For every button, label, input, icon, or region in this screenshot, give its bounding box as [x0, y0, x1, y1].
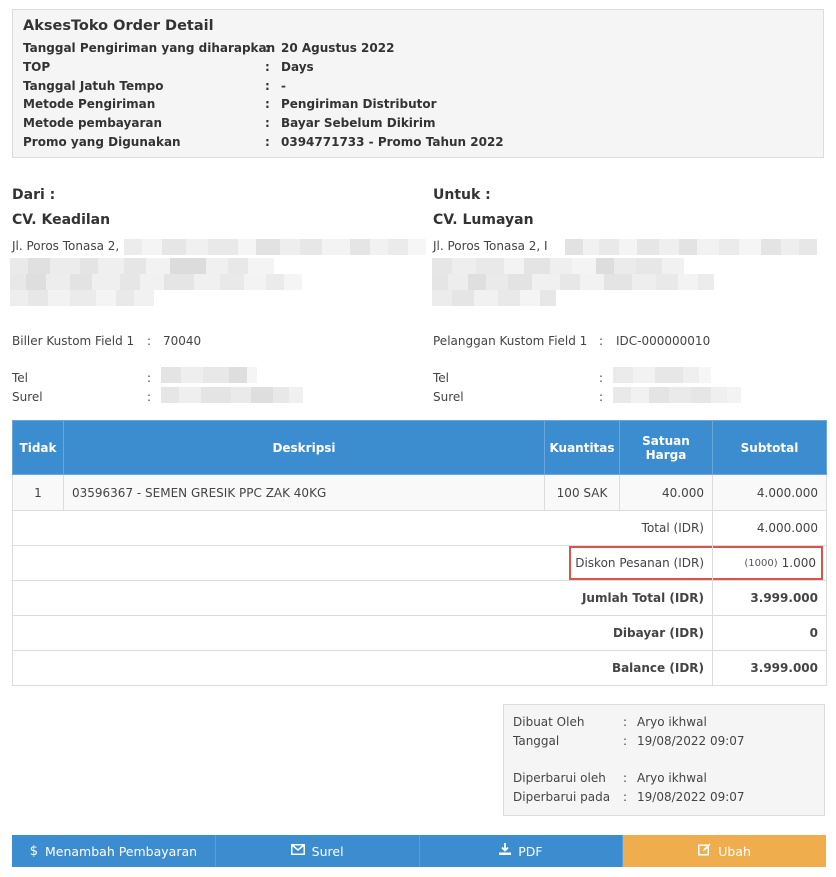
- page-title: AksesToko Order Detail: [23, 18, 214, 34]
- paid-value: 0: [712, 615, 827, 651]
- from-email-label: Surel: [12, 390, 43, 404]
- redacted-address: [432, 290, 556, 310]
- to-name: CV. Lumayan: [433, 212, 534, 228]
- redacted-phone: [613, 367, 711, 387]
- redacted-email: [161, 387, 303, 407]
- table-header-row: Tidak Deskripsi Kuantitas Satuan Harga S…: [12, 420, 827, 475]
- balance-value: 3.999.000: [712, 650, 827, 686]
- envelope-icon: [290, 843, 305, 859]
- separator: :: [147, 334, 152, 348]
- total-row: Total (IDR) 4.000.000: [12, 510, 827, 546]
- discount-row: Diskon Pesanan (IDR) (1000) 1.000: [12, 545, 827, 581]
- dollar-icon: $: [29, 843, 38, 859]
- pdf-label: PDF: [518, 843, 543, 859]
- discount-highlight: Diskon Pesanan (IDR): [569, 546, 712, 580]
- discount-highlight: (1000) 1.000: [713, 546, 823, 580]
- column-header-subtotal: Subtotal: [712, 420, 827, 475]
- separator: :: [599, 390, 604, 404]
- grand-total-row: Jumlah Total (IDR) 3.999.000: [12, 580, 827, 616]
- redacted-email: [613, 387, 741, 407]
- paid-label: Dibayar (IDR): [12, 615, 713, 651]
- total-label: Total (IDR): [12, 510, 713, 546]
- add-payment-button[interactable]: $ Menambah Pembayaran: [12, 835, 216, 867]
- grand-total-label: Jumlah Total (IDR): [12, 580, 713, 616]
- email-label: Surel: [311, 843, 344, 859]
- discount-value-cell: (1000) 1.000: [712, 545, 827, 581]
- discount-value: 1.000: [781, 556, 816, 570]
- order-detail-panel: AksesToko Order Detail Tanggal Pengirima…: [12, 9, 824, 158]
- add-payment-label: Menambah Pembayaran: [44, 843, 198, 859]
- discount-note: (1000): [744, 557, 778, 569]
- customer-custom-field-label: Pelanggan Kustom Field 1: [433, 334, 588, 348]
- column-header-unit-price: Satuan Harga: [619, 420, 713, 475]
- column-header-no: Tidak: [12, 420, 64, 475]
- biller-custom-field-label: Biller Kustom Field 1: [12, 334, 135, 348]
- total-value: 4.000.000: [712, 510, 827, 546]
- balance-label: Balance (IDR): [12, 650, 713, 686]
- edit-button[interactable]: Ubah: [623, 835, 826, 867]
- edit-label: Ubah: [718, 843, 751, 859]
- biller-custom-field-value: 70040: [163, 334, 202, 348]
- item-subtotal: 4.000.000: [712, 474, 827, 511]
- redacted-address: [565, 239, 817, 259]
- from-tel-label: Tel: [12, 371, 29, 385]
- redacted-address: [124, 239, 426, 259]
- audit-info-panel: Dibuat Oleh : Aryo ikhwal Tanggal : 19/0…: [503, 704, 825, 816]
- from-address: Jl. Poros Tonasa 2,: [12, 239, 120, 253]
- download-icon: [499, 843, 512, 859]
- column-header-description: Deskripsi: [63, 420, 545, 475]
- separator: :: [147, 390, 152, 404]
- item-quantity: 100 SAK: [544, 474, 620, 511]
- discount-label-cell: Diskon Pesanan (IDR): [12, 545, 713, 581]
- email-button[interactable]: Surel: [215, 835, 420, 867]
- order-items-table: Tidak Deskripsi Kuantitas Satuan Harga S…: [12, 420, 827, 686]
- paid-row: Dibayar (IDR) 0: [12, 615, 827, 651]
- to-label: Untuk :: [433, 187, 491, 203]
- item-unit-price: 40.000: [619, 474, 713, 511]
- separator: :: [147, 371, 152, 385]
- edit-icon: [698, 843, 711, 860]
- from-name: CV. Keadilan: [12, 212, 111, 228]
- discount-label: Diskon Pesanan (IDR): [575, 556, 704, 570]
- separator: :: [599, 371, 604, 385]
- from-label: Dari :: [12, 187, 56, 203]
- to-email-label: Surel: [433, 390, 464, 404]
- to-address: Jl. Poros Tonasa 2, I: [433, 239, 548, 253]
- table-row: 1 03596367 - SEMEN GRESIK PPC ZAK 40KG 1…: [12, 474, 827, 511]
- separator: :: [599, 334, 604, 348]
- balance-row: Balance (IDR) 3.999.000: [12, 650, 827, 686]
- to-tel-label: Tel: [433, 371, 450, 385]
- column-header-quantity: Kuantitas: [544, 420, 620, 475]
- customer-custom-field-value: IDC-000000010: [616, 334, 711, 348]
- item-no: 1: [12, 474, 64, 511]
- item-description: 03596367 - SEMEN GRESIK PPC ZAK 40KG: [63, 474, 545, 511]
- redacted-address: [10, 290, 154, 310]
- pdf-button[interactable]: PDF: [419, 835, 624, 867]
- redacted-phone: [161, 367, 257, 387]
- grand-total-value: 3.999.000: [712, 580, 827, 616]
- action-button-bar: $ Menambah Pembayaran Surel PDF Ubah: [12, 835, 826, 867]
